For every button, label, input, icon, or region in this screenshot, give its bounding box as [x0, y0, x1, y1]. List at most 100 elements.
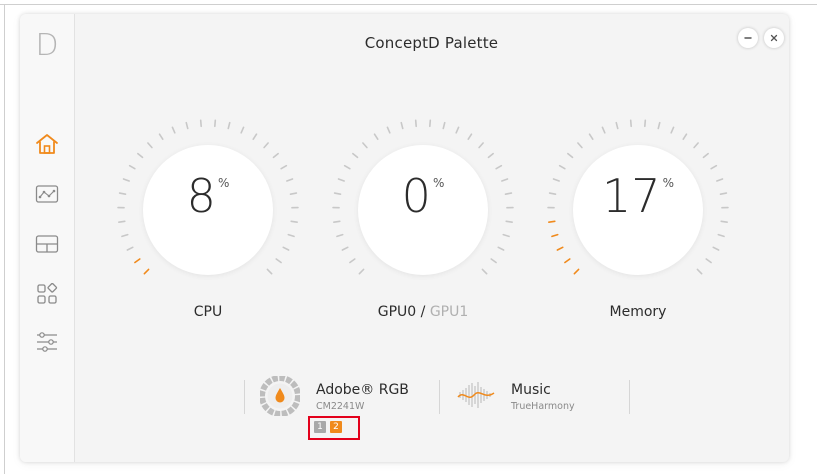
sidebar: D	[20, 14, 75, 462]
gauge-tick	[266, 268, 273, 275]
gauge-tick	[386, 126, 391, 134]
gauge-tick	[712, 246, 720, 251]
audio-profile-title: Music	[511, 382, 551, 398]
gauge-tick	[693, 142, 699, 149]
gauge-tick	[657, 121, 661, 130]
layout-icon	[35, 235, 59, 253]
cpu-usage-value: 8%	[186, 169, 230, 223]
gauge-tick	[564, 258, 571, 264]
outer-frame-top	[0, 4, 817, 5]
divider-middle	[439, 380, 440, 414]
sound-wave-icon	[457, 382, 495, 408]
color-profile-button[interactable]	[259, 375, 301, 417]
gauge-tick	[502, 233, 510, 238]
gauge-tick	[227, 121, 231, 130]
minimize-icon	[744, 37, 752, 39]
home-icon	[36, 134, 58, 154]
gauge-tick	[467, 133, 473, 141]
gauge-tick	[158, 133, 164, 141]
gauge-tick	[710, 164, 718, 170]
close-button[interactable]	[764, 28, 784, 48]
gauge-tick	[588, 133, 594, 141]
gauge-tick	[333, 220, 341, 223]
sidebar-item-graph[interactable]	[31, 180, 63, 208]
gpu0-label[interactable]: GPU0	[378, 304, 416, 320]
gauge-tick	[352, 152, 359, 159]
gauge-tick	[573, 268, 580, 275]
gauge-tick	[442, 121, 446, 130]
gauge-tick	[696, 268, 703, 275]
gpu-usage-unit: %	[432, 176, 445, 190]
gauge-tick	[551, 233, 559, 238]
gauge-tick	[147, 142, 153, 149]
gauge-tick	[343, 164, 351, 170]
sidebar-item-settings[interactable]	[31, 328, 63, 356]
gauge-tick	[287, 233, 295, 238]
memory-label: Memory	[609, 304, 667, 320]
gauge-tick	[717, 233, 725, 238]
graph-icon	[35, 185, 59, 203]
gauge-tick	[558, 164, 566, 170]
color-profile-title: Adobe® RGB	[316, 382, 409, 398]
app-logo: D	[35, 28, 59, 63]
gauge-tick	[490, 258, 497, 264]
gauge-tick	[185, 121, 189, 130]
cpu-label: CPU	[193, 304, 223, 320]
gauge-tick	[373, 133, 379, 141]
gauge-tick	[702, 152, 709, 159]
gpu-label-separator: /	[416, 304, 430, 320]
sidebar-item-apps[interactable]	[31, 280, 63, 308]
gauge-tick	[481, 268, 488, 275]
gauge-tick	[720, 220, 728, 223]
gauge-tick	[400, 121, 404, 130]
gauge-tick	[601, 126, 606, 134]
gauge-tick	[556, 246, 564, 251]
sidebar-item-home[interactable]	[31, 130, 63, 158]
apps-icon	[37, 283, 58, 304]
gauge-tick	[272, 152, 279, 159]
gauge-tick	[282, 246, 290, 251]
audio-profile-button[interactable]	[456, 380, 496, 410]
memory-gauge: 17%	[543, 115, 733, 305]
color-profile-monitor: CM2241W	[316, 401, 365, 412]
gauge-tick	[682, 133, 688, 141]
gauge-tick	[495, 164, 503, 170]
cpu-usage-unit: %	[217, 176, 230, 190]
gauge-tick	[143, 268, 150, 275]
gauge-tick	[252, 133, 258, 141]
monitor-selector-highlight	[308, 416, 360, 440]
gauge-tick	[128, 164, 136, 170]
gauge-tick	[134, 258, 141, 264]
gauge-tick	[455, 126, 460, 134]
outer-frame-left	[4, 4, 5, 474]
divider-right	[629, 380, 630, 414]
audio-profile-mode: TrueHarmony	[511, 401, 575, 412]
sliders-icon	[37, 332, 57, 352]
gauge-tick	[362, 142, 368, 149]
app-window: D ConceptD Palette 8 % CPU 0 % GPU0 / GP…	[20, 14, 789, 462]
gauge-tick	[358, 268, 365, 275]
sidebar-item-layout[interactable]	[31, 230, 63, 258]
gauge-tick	[670, 126, 675, 134]
memory-usage-unit: %	[662, 176, 674, 190]
cpu-gauge: 8%	[113, 115, 303, 305]
gauge-tick	[280, 164, 288, 170]
minimize-button[interactable]	[738, 28, 758, 48]
gpu-gauge: 0%	[328, 115, 518, 305]
gauge-tick	[240, 126, 245, 134]
gauge-tick	[121, 233, 129, 238]
gauge-tick	[118, 220, 126, 223]
gpu-label: GPU0 / GPU1	[328, 304, 518, 320]
divider-left	[244, 380, 245, 414]
gauge-tick	[497, 246, 505, 251]
gpu1-label[interactable]: GPU1	[430, 304, 468, 320]
gauge-tick	[275, 258, 282, 264]
gauge-tick	[126, 246, 134, 251]
gauge-tick	[705, 258, 712, 264]
gauge-tick	[478, 142, 484, 149]
gauge-tick	[341, 246, 349, 251]
memory-usage-value: 17%	[602, 169, 674, 223]
gauge-tick	[505, 220, 513, 223]
gauge-tick	[263, 142, 269, 149]
app-title: ConceptD Palette	[364, 34, 499, 52]
